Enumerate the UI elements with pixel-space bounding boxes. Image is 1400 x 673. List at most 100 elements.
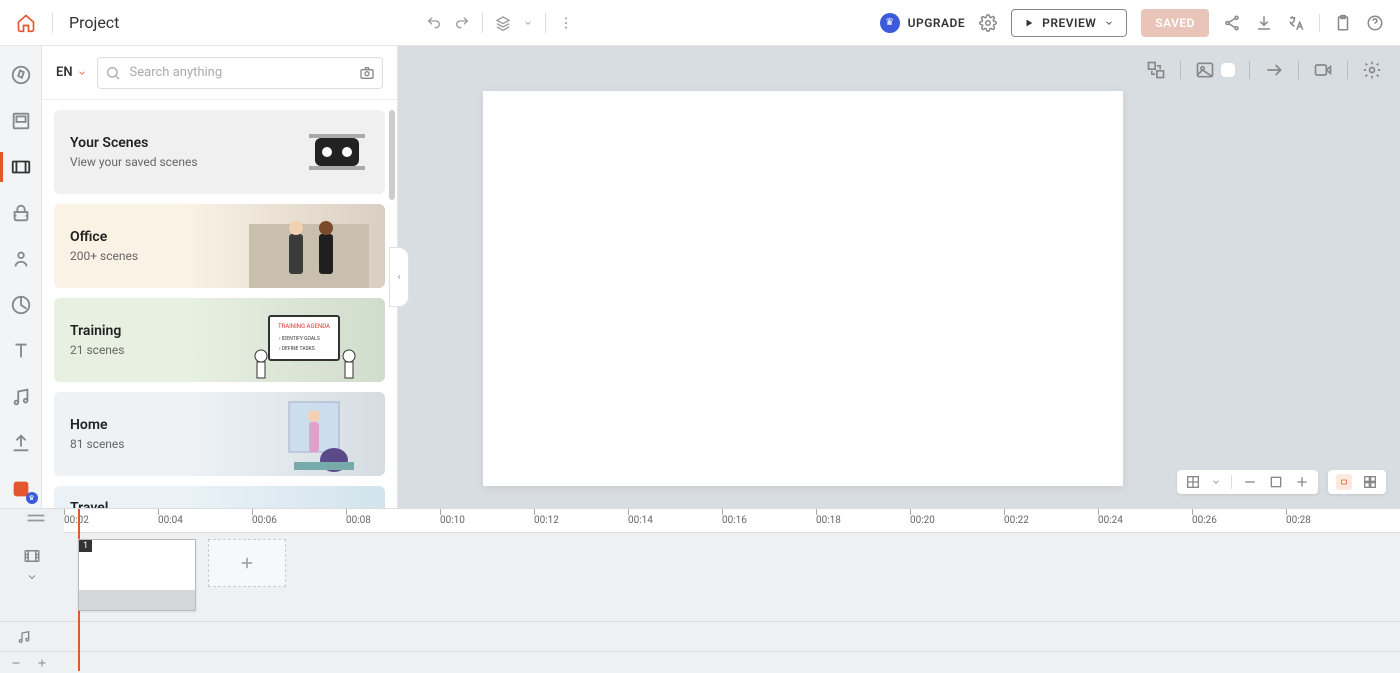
home-icon[interactable] — [16, 13, 36, 33]
clipboard-icon[interactable] — [1334, 14, 1352, 32]
help-icon[interactable] — [1366, 14, 1384, 32]
card-home[interactable]: Home 81 scenes — [54, 392, 385, 476]
svg-text:› DEFINE TASKS: › DEFINE TASKS — [279, 346, 315, 352]
upgrade-label: UPGRADE — [908, 16, 965, 30]
audio-track[interactable] — [0, 621, 1400, 651]
canvas[interactable] — [483, 91, 1123, 486]
timeline-left — [0, 533, 64, 621]
app-header: Project ♛ UPGRADE PREVIEW SAVED — [0, 0, 1400, 46]
card-office[interactable]: Office 200+ scenes — [54, 204, 385, 288]
gear-icon[interactable] — [1362, 60, 1382, 80]
ruler-tick: 00:10 — [440, 509, 534, 532]
scene-track-icon[interactable] — [23, 547, 41, 565]
zoom-out-icon[interactable] — [1242, 474, 1258, 490]
header-left: Project — [16, 13, 119, 33]
collapse-panel-button[interactable]: ‹ — [389, 247, 409, 307]
canvas-toolbar — [1146, 60, 1382, 80]
ruler-tick: 00:06 — [252, 509, 346, 532]
rail-explore[interactable] — [10, 64, 32, 86]
enter-icon[interactable] — [1264, 60, 1284, 80]
ruler-tick: 00:08 — [346, 509, 440, 532]
divider — [1180, 61, 1181, 79]
preview-label: PREVIEW — [1042, 16, 1096, 30]
rail-text[interactable] — [10, 340, 32, 362]
timeline-ruler[interactable]: 00:0200:0400:0600:0800:1000:1200:1400:16… — [64, 509, 1400, 533]
zoom-in-icon[interactable] — [1294, 474, 1310, 490]
add-scene-button[interactable] — [208, 539, 286, 587]
project-title[interactable]: Project — [69, 13, 119, 32]
search-input[interactable] — [97, 57, 383, 89]
divider — [1298, 61, 1299, 79]
timeline: 00:0200:0400:0600:0800:1000:1200:1400:16… — [0, 508, 1400, 673]
translate-icon[interactable] — [1287, 14, 1305, 32]
canvas-area[interactable] — [398, 46, 1400, 508]
rail-scenes[interactable] — [10, 156, 32, 178]
svg-text:› IDENTIFY GOALS: › IDENTIFY GOALS — [279, 336, 320, 342]
rail-templates[interactable] — [10, 110, 32, 132]
grid-icon[interactable] — [1185, 474, 1201, 490]
divider — [545, 13, 546, 33]
drag-handle-icon[interactable] — [24, 513, 48, 523]
canvas-controls — [1177, 470, 1386, 494]
single-view-icon[interactable] — [1336, 474, 1352, 490]
ruler-tick: 00:16 — [722, 509, 816, 532]
layers-icon[interactable] — [495, 15, 511, 31]
preview-button[interactable]: PREVIEW — [1011, 9, 1127, 37]
card-your-scenes[interactable]: Your Scenes View your saved scenes — [54, 110, 385, 194]
saved-button[interactable]: SAVED — [1141, 9, 1209, 37]
image-icon — [1195, 60, 1215, 80]
upgrade-button[interactable]: ♛ UPGRADE — [880, 13, 965, 33]
scrollbar[interactable] — [389, 110, 395, 200]
zoom-out-icon[interactable] — [10, 657, 22, 669]
rail-upload[interactable] — [10, 432, 32, 454]
card-travel[interactable]: Travel — [54, 486, 385, 508]
ruler-tick: 00:28 — [1286, 509, 1380, 532]
share-icon[interactable] — [1223, 14, 1241, 32]
rail-audio[interactable] — [10, 386, 32, 408]
replace-icon[interactable] — [1146, 60, 1166, 80]
timeline-clip[interactable]: 1 — [78, 539, 196, 611]
rail-apps[interactable]: ♛ — [10, 478, 32, 500]
video-icon[interactable] — [1313, 60, 1333, 80]
gear-icon[interactable] — [979, 14, 997, 32]
training-illustration: TRAINING AGENDA› IDENTIFY GOALS› DEFINE … — [249, 298, 369, 382]
header-right: ♛ UPGRADE PREVIEW SAVED — [880, 9, 1384, 37]
divider — [1249, 61, 1250, 79]
color-swatch — [1221, 63, 1235, 77]
chevron-down-icon[interactable] — [523, 15, 533, 31]
fit-icon[interactable] — [1268, 474, 1284, 490]
camera-icon[interactable] — [359, 65, 375, 81]
ruler-tick: 00:22 — [1004, 509, 1098, 532]
divider — [1347, 61, 1348, 79]
timeline-body[interactable]: 1 — [64, 533, 1400, 621]
chevron-down-icon[interactable] — [1211, 474, 1221, 490]
play-icon — [1024, 18, 1034, 28]
office-illustration — [249, 204, 369, 288]
main-area: ♛ EN Your Scenes View your saved scenes — [0, 46, 1400, 508]
divider — [52, 13, 53, 33]
grid-view-icon[interactable] — [1362, 474, 1378, 490]
rail-charts[interactable] — [10, 294, 32, 316]
rail-props[interactable] — [10, 202, 32, 224]
download-icon[interactable] — [1255, 14, 1273, 32]
library-list[interactable]: Your Scenes View your saved scenes Offic… — [42, 100, 397, 508]
ruler-tick: 00:12 — [534, 509, 628, 532]
library-top: EN — [42, 46, 397, 100]
undo-icon[interactable] — [426, 15, 442, 31]
ruler-tick: 00:26 — [1192, 509, 1286, 532]
redo-icon[interactable] — [454, 15, 470, 31]
clip-footer — [79, 590, 195, 610]
rail-characters[interactable] — [10, 248, 32, 270]
more-icon[interactable] — [558, 15, 574, 31]
search-icon — [105, 65, 121, 81]
chevron-down-icon[interactable] — [26, 571, 38, 583]
zoom-in-icon[interactable] — [36, 657, 48, 669]
background-picker[interactable] — [1195, 60, 1235, 80]
card-training[interactable]: Training 21 scenes TRAINING AGENDA› IDEN… — [54, 298, 385, 382]
ruler-tick: 00:18 — [816, 509, 910, 532]
plus-icon — [238, 554, 256, 572]
ruler-tick: 00:04 — [158, 509, 252, 532]
language-label: EN — [56, 65, 73, 80]
divider — [1319, 14, 1320, 32]
language-selector[interactable]: EN — [56, 65, 87, 80]
